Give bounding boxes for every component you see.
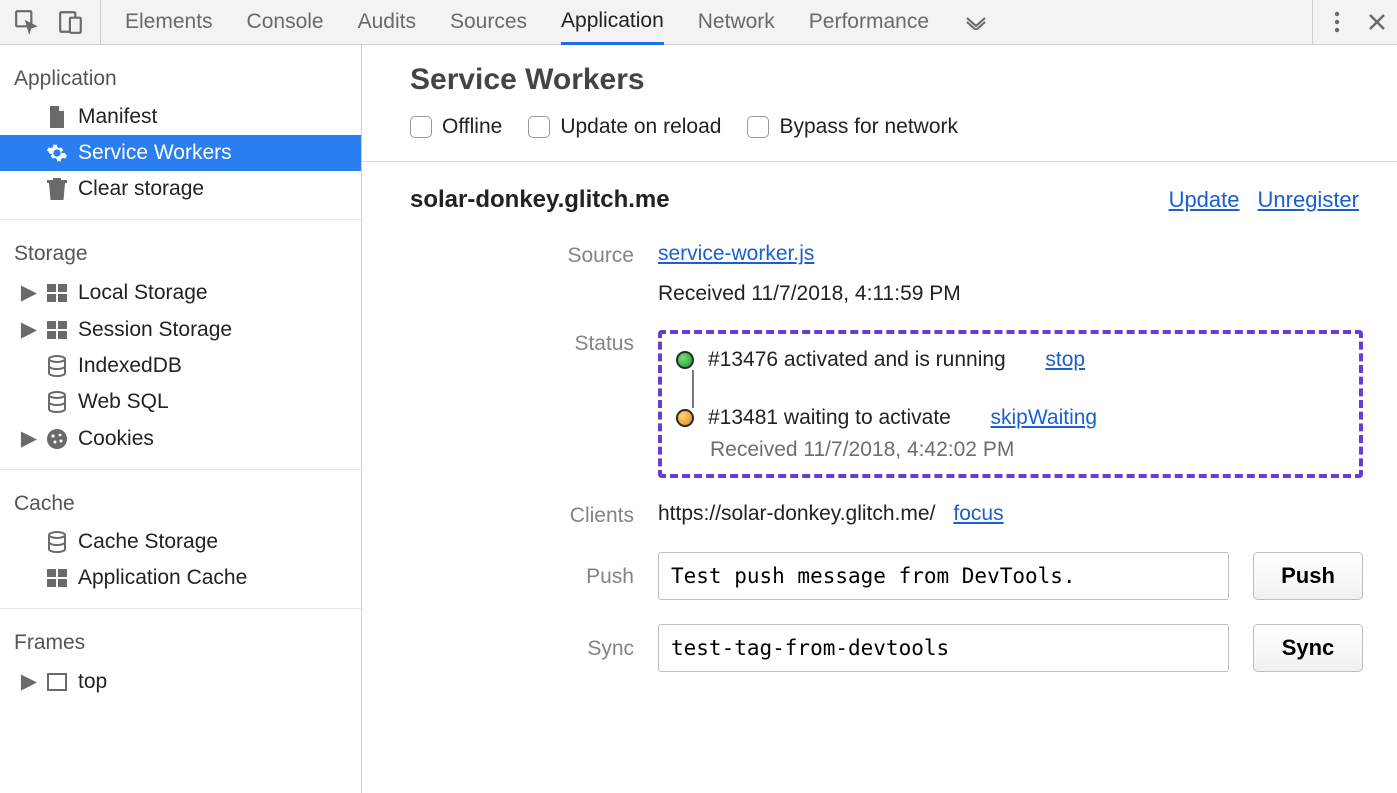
status-waiting-line: #13481 waiting to activate skipWaiting <box>676 406 1339 430</box>
sidebar-item-label: Service Workers <box>78 141 232 165</box>
stop-link[interactable]: stop <box>1045 348 1085 372</box>
checkbox-label: Update on reload <box>560 115 721 139</box>
file-icon <box>46 106 68 128</box>
chevron-right-icon: ▶ <box>22 317 36 342</box>
status-row: Status #13476 activated and is running s… <box>474 330 1363 478</box>
skipwaiting-link[interactable]: skipWaiting <box>991 406 1098 430</box>
sidebar-item-local-storage[interactable]: ▶ Local Storage <box>0 274 361 311</box>
sidebar-item-service-workers[interactable]: Service Workers <box>0 135 361 171</box>
sidebar-item-frame-top[interactable]: ▶ top <box>0 663 361 700</box>
source-received: Received 11/7/2018, 4:11:59 PM <box>658 282 1363 306</box>
sync-label: Sync <box>474 635 634 661</box>
close-icon[interactable] <box>1367 12 1387 32</box>
sidebar-heading-storage: Storage <box>0 232 361 274</box>
application-sidebar: Application Manifest Service Workers Cle… <box>0 45 362 793</box>
tab-network[interactable]: Network <box>698 0 775 44</box>
database-icon <box>46 531 68 553</box>
sync-input[interactable] <box>658 624 1229 672</box>
toolbar-left <box>14 0 101 44</box>
tab-console[interactable]: Console <box>247 0 324 44</box>
grid-icon <box>46 321 68 339</box>
checkbox-update-on-reload[interactable]: Update on reload <box>528 115 721 139</box>
sidebar-heading-application: Application <box>0 57 361 99</box>
status-dot-active-icon <box>676 351 694 369</box>
sidebar-item-label: Web SQL <box>78 390 169 414</box>
sidebar-item-clear-storage[interactable]: Clear storage <box>0 171 361 207</box>
sidebar-heading-frames: Frames <box>0 621 361 663</box>
grid-icon <box>46 284 68 302</box>
trash-icon <box>46 178 68 200</box>
checkbox-bypass-for-network[interactable]: Bypass for network <box>747 115 958 139</box>
focus-link[interactable]: focus <box>953 502 1003 526</box>
device-toggle-icon[interactable] <box>58 9 84 35</box>
more-tabs-icon[interactable] <box>963 14 989 30</box>
sidebar-item-label: Local Storage <box>78 281 208 305</box>
push-input[interactable] <box>658 552 1229 600</box>
clients-row: Clients https://solar-donkey.glitch.me/ … <box>474 502 1363 528</box>
sidebar-item-manifest[interactable]: Manifest <box>0 99 361 135</box>
status-active-text: #13476 activated and is running <box>708 348 1006 372</box>
origin-row: solar-donkey.glitch.me Update Unregister <box>410 186 1363 214</box>
service-workers-panel: Service Workers Offline Update on reload… <box>362 45 1397 793</box>
sidebar-item-cache-storage[interactable]: Cache Storage <box>0 524 361 560</box>
sidebar-item-label: Session Storage <box>78 318 232 342</box>
inspect-icon[interactable] <box>14 9 40 35</box>
cookie-icon <box>46 428 68 450</box>
sidebar-item-label: Cache Storage <box>78 530 218 554</box>
source-row: Source service-worker.js Received 11/7/2… <box>474 242 1363 306</box>
source-file-link[interactable]: service-worker.js <box>658 242 1363 266</box>
push-label: Push <box>474 563 634 589</box>
options-row: Offline Update on reload Bypass for netw… <box>410 115 1363 139</box>
page-title: Service Workers <box>410 63 1363 97</box>
client-url: https://solar-donkey.glitch.me/ <box>658 502 935 526</box>
sidebar-item-label: top <box>78 670 107 694</box>
sidebar-item-cookies[interactable]: ▶ Cookies <box>0 420 361 457</box>
push-row: Push Push <box>474 552 1363 600</box>
gear-icon <box>46 142 68 164</box>
sidebar-heading-cache: Cache <box>0 482 361 524</box>
sidebar-item-session-storage[interactable]: ▶ Session Storage <box>0 311 361 348</box>
sidebar-item-application-cache[interactable]: Application Cache <box>0 560 361 596</box>
chevron-right-icon: ▶ <box>22 669 36 694</box>
sync-row: Sync Sync <box>474 624 1363 672</box>
tab-performance[interactable]: Performance <box>809 0 929 44</box>
status-label: Status <box>474 330 634 356</box>
clients-label: Clients <box>474 502 634 528</box>
tab-audits[interactable]: Audits <box>358 0 416 44</box>
unregister-link[interactable]: Unregister <box>1258 187 1359 213</box>
sidebar-item-label: IndexedDB <box>78 354 182 378</box>
push-button[interactable]: Push <box>1253 552 1363 600</box>
grid-icon <box>46 569 68 587</box>
tab-application[interactable]: Application <box>561 1 664 45</box>
kebab-menu-icon[interactable] <box>1333 10 1341 34</box>
chevron-right-icon: ▶ <box>22 280 36 305</box>
checkbox-offline[interactable]: Offline <box>410 115 502 139</box>
tab-sources[interactable]: Sources <box>450 0 527 44</box>
sidebar-item-indexeddb[interactable]: IndexedDB <box>0 348 361 384</box>
status-waiting-text: #13481 waiting to activate <box>708 406 951 430</box>
sidebar-item-websql[interactable]: Web SQL <box>0 384 361 420</box>
toolbar-right <box>1312 0 1387 44</box>
status-active-line: #13476 activated and is running stop <box>676 348 1339 372</box>
update-link[interactable]: Update <box>1169 187 1240 213</box>
panel-tabs: Elements Console Audits Sources Applicat… <box>125 0 989 44</box>
chevron-right-icon: ▶ <box>22 426 36 451</box>
sync-button[interactable]: Sync <box>1253 624 1363 672</box>
database-icon <box>46 391 68 413</box>
frame-icon <box>46 673 68 691</box>
status-highlight-box: #13476 activated and is running stop #13… <box>658 330 1363 478</box>
tab-elements[interactable]: Elements <box>125 0 213 44</box>
status-dot-waiting-icon <box>676 409 694 427</box>
sidebar-item-label: Cookies <box>78 427 154 451</box>
origin-name: solar-donkey.glitch.me <box>410 186 670 214</box>
devtools-toolbar: Elements Console Audits Sources Applicat… <box>0 0 1397 45</box>
database-icon <box>46 355 68 377</box>
status-waiting-received: Received 11/7/2018, 4:42:02 PM <box>710 438 1339 462</box>
source-label: Source <box>474 242 634 268</box>
sidebar-item-label: Clear storage <box>78 177 204 201</box>
sidebar-item-label: Application Cache <box>78 566 247 590</box>
checkbox-label: Offline <box>442 115 502 139</box>
checkbox-label: Bypass for network <box>779 115 958 139</box>
sidebar-item-label: Manifest <box>78 105 157 129</box>
